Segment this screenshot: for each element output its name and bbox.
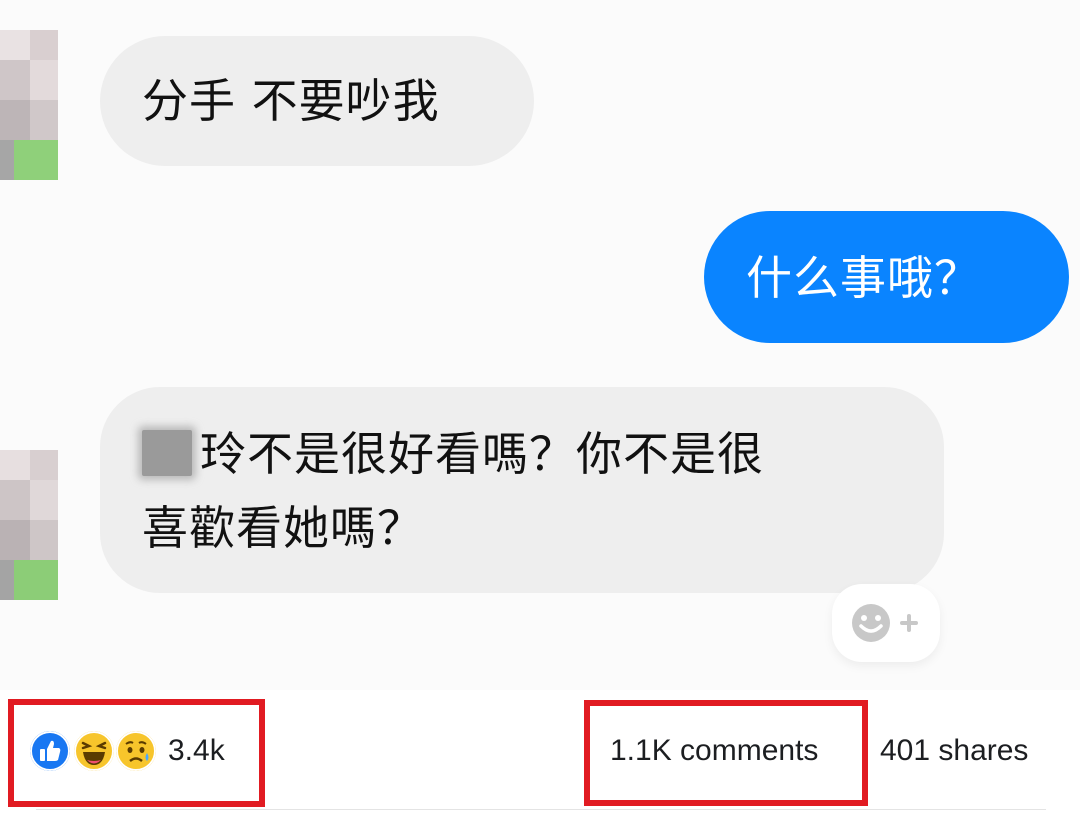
outgoing-message-bubble: 什么事哦？	[704, 211, 1069, 343]
divider	[36, 809, 1046, 810]
message-text: 分手 不要吵我	[142, 74, 440, 128]
incoming-message-bubble: 分手 不要吵我	[100, 36, 534, 166]
message-text: 什么事哦？	[746, 251, 981, 305]
message-line: 玲不是很好看嗎？你不是很	[142, 417, 902, 491]
chat-screenshot: 分手 不要吵我 什么事哦？ 玲不是很好看嗎？你不是很 喜歡看她嗎？	[0, 0, 1080, 690]
smiley-plus-icon	[852, 604, 918, 642]
incoming-message-bubble: 玲不是很好看嗎？你不是很 喜歡看她嗎？	[100, 387, 944, 593]
message-line: 喜歡看她嗎？	[142, 501, 424, 555]
add-reaction-button[interactable]	[832, 584, 940, 662]
highlight-box-comments	[584, 700, 868, 806]
shares-count-link[interactable]: 401 shares	[880, 734, 1028, 768]
blurred-avatar	[0, 30, 58, 180]
blurred-name	[142, 430, 192, 476]
blurred-avatar	[0, 450, 58, 600]
highlight-box-reactions	[8, 699, 265, 807]
message-text: 玲不是很好看嗎？你不是很	[200, 427, 764, 481]
